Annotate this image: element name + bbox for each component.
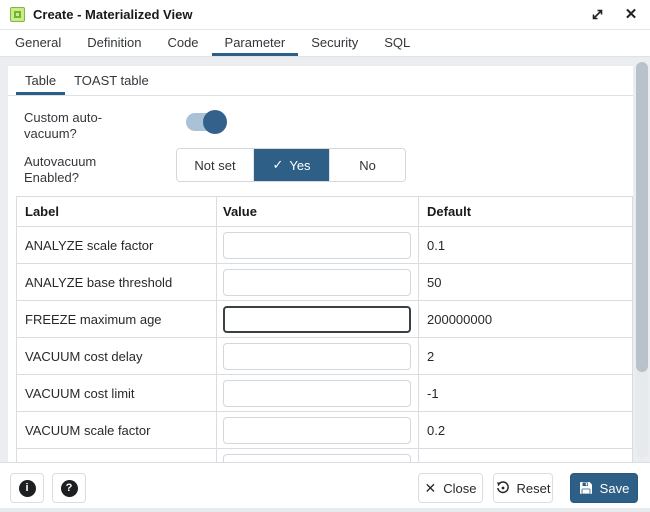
reset-button[interactable]: Reset [493,473,553,503]
table-row: VACUUM base threshold 50 [17,448,632,462]
table-header-row: Label Value Default [17,197,632,226]
table-row: ANALYZE scale factor 0.1 [17,226,632,263]
subtab-toast-table[interactable]: TOAST table [65,66,158,95]
analyze-base-threshold-input[interactable] [223,269,411,296]
help-button[interactable]: ? [52,473,86,503]
tab-general[interactable]: General [2,30,74,56]
vacuum-params-table: Label Value Default ANALYZE scale factor… [16,196,633,462]
scrollbar-thumb[interactable] [636,62,648,372]
table-row: FREEZE maximum age 200000000 [17,300,632,337]
table-row: VACUUM scale factor 0.2 [17,411,632,448]
tab-sql[interactable]: SQL [371,30,423,56]
table-row: ANALYZE base threshold 50 [17,263,632,300]
header-value: Value [217,197,419,226]
help-icon: ? [61,480,78,497]
vertical-scrollbar[interactable] [636,62,648,458]
analyze-scale-factor-input[interactable] [223,232,411,259]
custom-autovacuum-toggle[interactable] [186,113,224,131]
parameter-tab-content: Table TOAST table Custom auto-vacuum? Au… [0,57,650,462]
autovacuum-option-yes[interactable]: ✓ Yes [253,149,329,181]
custom-autovacuum-row: Custom auto-vacuum? [24,110,142,143]
table-row: VACUUM cost limit -1 [17,374,632,411]
tab-code[interactable]: Code [154,30,211,56]
header-label: Label [17,197,217,226]
sub-tabbar: Table TOAST table [8,66,633,96]
vacuum-base-threshold-input[interactable] [223,454,411,463]
header-default: Default [419,197,632,226]
vacuum-cost-limit-input[interactable] [223,380,411,407]
vacuum-cost-delay-input[interactable] [223,343,411,370]
tab-definition[interactable]: Definition [74,30,154,56]
reset-icon [496,481,510,495]
table-row: VACUUM cost delay 2 [17,337,632,374]
save-icon [579,481,593,495]
maximize-icon[interactable] [588,6,606,24]
info-button[interactable]: i [10,473,44,503]
save-button[interactable]: Save [570,473,638,503]
freeze-maximum-age-input[interactable] [223,306,411,333]
vacuum-scale-factor-input[interactable] [223,417,411,444]
autovacuum-option-not-set[interactable]: Not set [177,149,253,181]
tab-security[interactable]: Security [298,30,371,56]
dialog-titlebar: Create - Materialized View ✕ [0,0,650,30]
info-icon: i [19,480,36,497]
main-tabbar: General Definition Code Parameter Securi… [0,30,650,57]
autovacuum-enabled-row: Autovacuum Enabled? Not set ✓ Yes No [24,154,142,187]
toggle-knob [203,110,227,134]
autovacuum-enabled-group: Not set ✓ Yes No [176,148,406,182]
subtab-table[interactable]: Table [16,66,65,95]
close-x-icon: ✕ [425,481,437,495]
close-button[interactable]: ✕ Close [418,473,483,503]
table-subtab-panel: Table TOAST table Custom auto-vacuum? Au… [8,66,633,462]
dialog-title: Create - Materialized View [33,7,192,22]
dialog-footer: i ? ✕ Close Reset Save [0,462,650,508]
autovacuum-enabled-label: Autovacuum Enabled? [24,154,142,187]
close-icon[interactable]: ✕ [622,6,640,24]
autovacuum-option-no[interactable]: No [329,149,405,181]
tab-parameter[interactable]: Parameter [212,30,299,56]
materialized-view-icon [10,7,25,22]
check-icon: ✓ [272,157,283,173]
custom-autovacuum-label: Custom auto-vacuum? [24,110,142,143]
